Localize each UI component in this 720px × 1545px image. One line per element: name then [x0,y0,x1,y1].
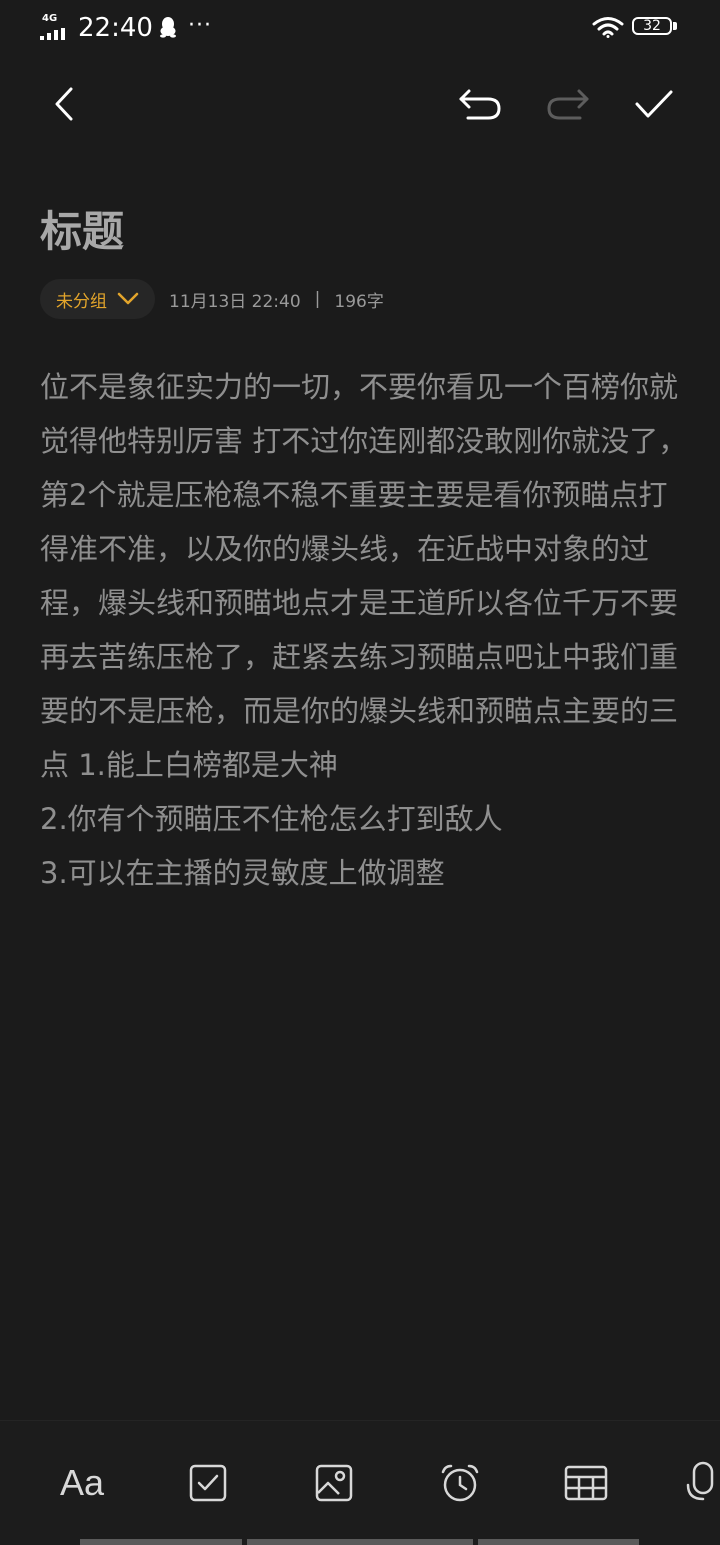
checklist-button[interactable] [180,1459,236,1507]
reminder-button[interactable] [432,1459,488,1507]
battery-icon: 32 [632,17,678,39]
status-time: 22:40 [78,13,153,43]
signal-icon: 4G [40,14,70,40]
note-date: 11月13日 22:40 [169,291,301,312]
voice-input-button[interactable] [684,1459,720,1507]
check-icon [635,90,673,118]
undo-icon [459,89,501,120]
group-selector[interactable]: 未分组 [40,279,155,319]
network-type: 4G [42,13,58,24]
redo-icon [547,89,589,120]
status-bar: 4G 22:40 ··· 32 [0,0,720,56]
battery-level: 32 [643,18,661,34]
redo-button[interactable] [546,82,590,126]
toolbar-scroll-indicator [0,1539,720,1545]
note-title[interactable]: 标题 [40,204,124,260]
body-paragraph: 位不是象征实力的一切，不要你看见一个百榜你就觉得他特别厉害 打不过你连刚都没敢刚… [40,370,688,782]
back-button[interactable] [42,82,86,126]
mic-icon [686,1461,714,1501]
format-toolbar: Aa [0,1420,720,1545]
alarm-icon [441,1464,479,1502]
done-button[interactable] [632,82,676,126]
undo-button[interactable] [458,82,502,126]
note-body-editor[interactable]: 位不是象征实力的一切，不要你看见一个百榜你就觉得他特别厉害 打不过你连刚都没敢刚… [40,360,690,900]
meta-separator: | [314,289,321,309]
wifi-icon [592,17,624,38]
checklist-icon [189,1464,227,1502]
group-label: 未分组 [56,291,107,312]
body-paragraph: 3.可以在主播的灵敏度上做调整 [40,856,445,890]
qq-icon [160,17,176,38]
note-meta: 未分组 11月13日 22:40 | 196字 [40,279,384,319]
char-count: 196字 [334,291,384,312]
table-icon [564,1465,608,1501]
image-icon [315,1464,353,1502]
chevron-down-icon [117,292,139,305]
more-notifications-icon: ··· [188,13,212,38]
insert-table-button[interactable] [558,1459,614,1507]
font-icon: Aa [59,1462,105,1503]
editor-toolbar [0,72,720,136]
body-paragraph: 2.你有个预瞄压不住枪怎么打到敌人 [40,802,503,836]
insert-image-button[interactable] [306,1459,362,1507]
font-style-button[interactable]: Aa [54,1459,110,1507]
chevron-left-icon [55,87,73,121]
